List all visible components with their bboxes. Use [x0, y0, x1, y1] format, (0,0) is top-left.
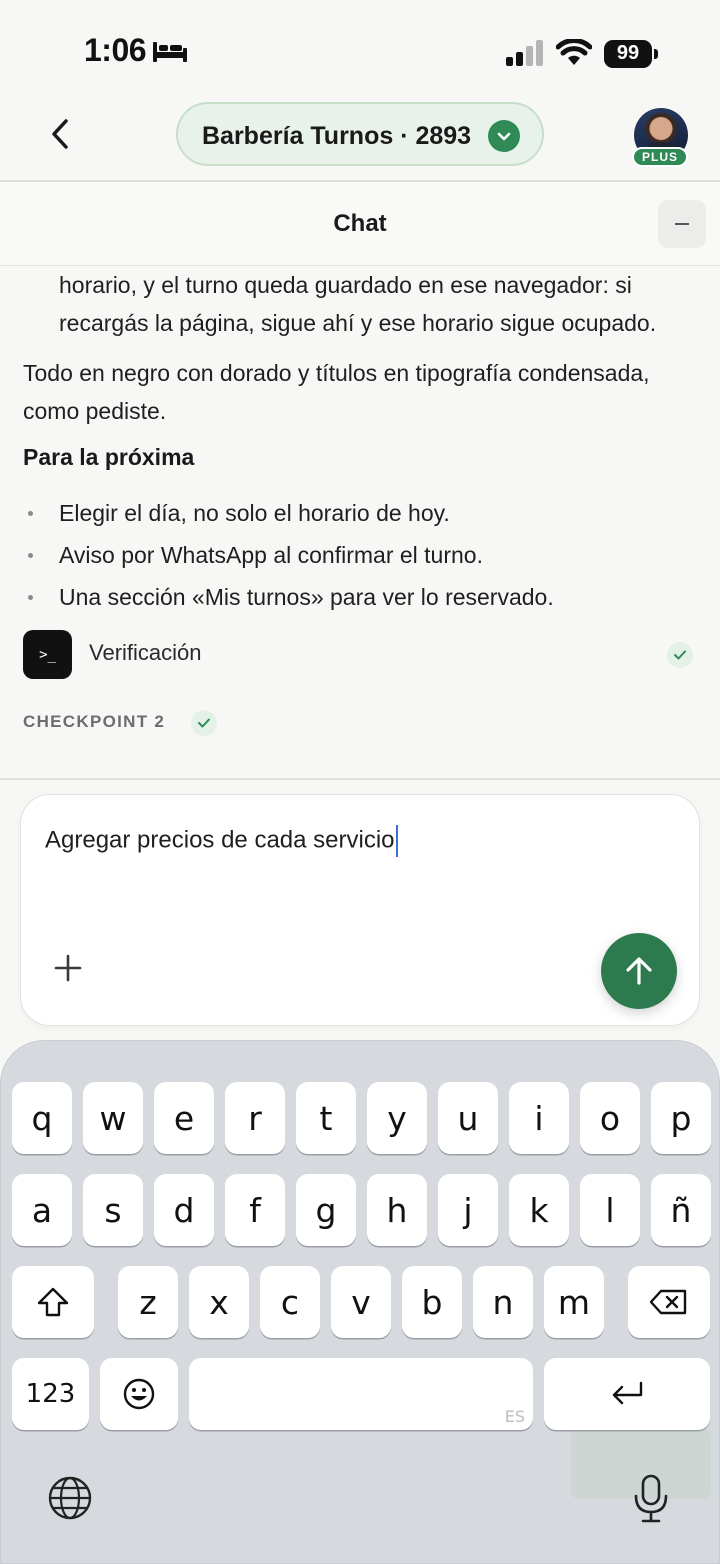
- message-composer[interactable]: Agregar precios de cada servicio: [20, 794, 700, 1026]
- battery-icon: 99: [604, 40, 658, 68]
- key-a[interactable]: a: [12, 1174, 72, 1246]
- key-i[interactable]: i: [509, 1082, 569, 1154]
- shift-key[interactable]: [12, 1266, 94, 1338]
- composer-divider: [0, 778, 720, 780]
- key-t[interactable]: t: [296, 1082, 356, 1154]
- checkpoint-check-icon: [191, 710, 217, 736]
- key-s[interactable]: s: [83, 1174, 143, 1246]
- chevron-down-icon: [488, 120, 520, 152]
- list-item-text: Elegir el día, no solo el horario de hoy…: [59, 500, 450, 526]
- key-y[interactable]: y: [367, 1082, 427, 1154]
- minimize-button[interactable]: [658, 200, 706, 248]
- numbers-key[interactable]: 123: [12, 1358, 89, 1430]
- key-q[interactable]: q: [12, 1082, 72, 1154]
- emoji-key[interactable]: [100, 1358, 178, 1430]
- key-p[interactable]: p: [651, 1082, 711, 1154]
- key-d[interactable]: d: [154, 1174, 214, 1246]
- status-bar: 1:06 99: [0, 0, 720, 100]
- keyboard-language: ES: [504, 1407, 525, 1426]
- message-input[interactable]: Agregar precios de cada servicio: [45, 825, 398, 857]
- space-key[interactable]: ES: [189, 1358, 533, 1430]
- project-selector[interactable]: Barbería Turnos · 2893: [176, 102, 544, 166]
- status-time: 1:06: [84, 32, 147, 68]
- key-n-tilde[interactable]: ñ: [651, 1174, 711, 1246]
- back-button[interactable]: [40, 114, 80, 154]
- minus-icon: [675, 223, 689, 225]
- project-name: Barbería Turnos · 2893: [202, 122, 472, 150]
- battery-level: 99: [616, 42, 640, 64]
- key-b[interactable]: b: [402, 1266, 462, 1338]
- chat-title: Chat: [333, 210, 387, 237]
- plus-icon: [54, 954, 82, 982]
- key-v[interactable]: v: [331, 1266, 391, 1338]
- key-m[interactable]: m: [544, 1266, 604, 1338]
- key-e[interactable]: e: [154, 1082, 214, 1154]
- emoji-icon: [123, 1378, 155, 1410]
- key-f[interactable]: f: [225, 1174, 285, 1246]
- chevron-left-icon: [52, 119, 68, 149]
- key-c[interactable]: c: [260, 1266, 320, 1338]
- key-k[interactable]: k: [509, 1174, 569, 1246]
- key-u[interactable]: u: [438, 1082, 498, 1154]
- terminal-icon[interactable]: >_: [23, 630, 72, 679]
- backspace-icon: [649, 1289, 687, 1315]
- microphone-icon[interactable]: [631, 1473, 671, 1525]
- attach-button[interactable]: [51, 951, 85, 985]
- text-caret: [395, 825, 398, 857]
- send-button[interactable]: [601, 933, 677, 1009]
- key-w[interactable]: w: [83, 1082, 143, 1154]
- plan-badge: PLUS: [632, 147, 688, 167]
- key-j[interactable]: j: [438, 1174, 498, 1246]
- key-l[interactable]: l: [580, 1174, 640, 1246]
- arrow-up-icon: [626, 957, 652, 985]
- verification-label[interactable]: Verificación: [89, 640, 202, 666]
- key-g[interactable]: g: [296, 1174, 356, 1246]
- key-r[interactable]: r: [225, 1082, 285, 1154]
- return-icon: [612, 1381, 643, 1405]
- return-key[interactable]: [544, 1358, 710, 1430]
- chat-header: Chat: [0, 182, 720, 266]
- checkpoint-label: CHECKPOINT 2: [23, 712, 166, 731]
- message-paragraph: Todo en negro con dorado y títulos en ti…: [23, 360, 650, 424]
- wifi-icon: [556, 39, 592, 65]
- message-input-value: Agregar precios de cada servicio: [45, 826, 395, 854]
- list-item-text: Aviso por WhatsApp al confirmar el turno…: [59, 542, 483, 568]
- key-n[interactable]: n: [473, 1266, 533, 1338]
- signal-icon: [506, 40, 543, 66]
- key-h[interactable]: h: [367, 1174, 427, 1246]
- key-o[interactable]: o: [580, 1082, 640, 1154]
- key-z[interactable]: z: [118, 1266, 178, 1338]
- chat-messages[interactable]: horario, y el turno queda guardado en es…: [0, 266, 720, 780]
- check-icon: [667, 642, 693, 668]
- list-item-text: Una sección «Mis turnos» para ver lo res…: [59, 584, 554, 610]
- bed-icon: [153, 42, 187, 62]
- keyboard: q w e r t y u i o p a s d f g h j k l ñ …: [0, 1040, 720, 1564]
- key-x[interactable]: x: [189, 1266, 249, 1338]
- section-heading: Para la próxima: [23, 444, 195, 470]
- shift-icon: [37, 1287, 69, 1317]
- delete-key[interactable]: [628, 1266, 710, 1338]
- globe-icon[interactable]: [47, 1475, 93, 1521]
- message-text: horario, y el turno queda guardado en es…: [59, 272, 657, 336]
